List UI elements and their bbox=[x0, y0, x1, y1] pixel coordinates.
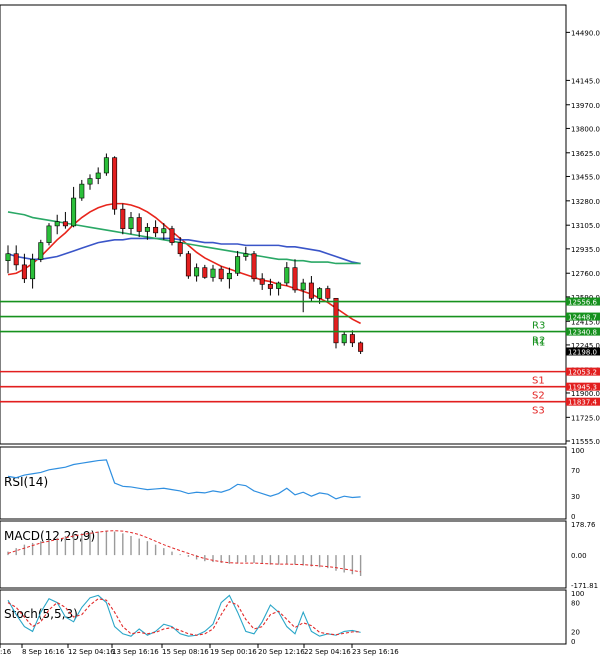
rsi-y-tick-label: 100 bbox=[571, 447, 584, 455]
x-tick-label: 12 Sep 04:16 bbox=[68, 648, 115, 656]
price-y-tick-label: 13625.0 bbox=[571, 150, 600, 158]
price-panel: 14490.0 14145.0 13970.0 13800.0 13625.0 13455… bbox=[0, 4, 600, 446]
level-value: 12053.2 bbox=[568, 369, 597, 377]
candle bbox=[333, 297, 339, 349]
x-tick-label: 13 Sep 16:16 bbox=[112, 648, 159, 656]
price-y-tick-label: 12760.0 bbox=[571, 270, 600, 278]
price-y-tick-label: 13105.0 bbox=[571, 222, 600, 230]
candle bbox=[251, 250, 257, 282]
x-tick-label: :16 bbox=[0, 648, 12, 656]
level-label-r1: R1 bbox=[532, 338, 545, 349]
rsi-y-tick-label: 0 bbox=[571, 513, 575, 521]
price-y-tick-label: 13455.0 bbox=[571, 173, 600, 181]
level-label: R3 bbox=[532, 321, 545, 332]
level-value: 12556.6 bbox=[568, 299, 597, 307]
price-y-tick-label: 13800.0 bbox=[571, 125, 600, 133]
level-value: 11837.4 bbox=[568, 399, 597, 407]
price-y-tick-label: 13970.0 bbox=[571, 102, 600, 110]
x-tick-label: 23 Sep 16:16 bbox=[352, 648, 399, 656]
price-y-tick-label: 11555.0 bbox=[571, 438, 600, 446]
x-tick-label: 15 Sep 08:16 bbox=[162, 648, 209, 656]
level-value: 12448.7 bbox=[568, 314, 597, 322]
level-label: S2 bbox=[532, 391, 545, 402]
candle bbox=[38, 239, 44, 263]
x-tick-label: 19 Sep 00:16 bbox=[210, 648, 257, 656]
level-label: S3 bbox=[532, 406, 545, 417]
x-tick-label: 8 Sep 16:16 bbox=[22, 648, 65, 656]
stoch-y-tick-label: 20 bbox=[571, 628, 580, 636]
rsi-y-tick-label: 30 bbox=[571, 493, 580, 501]
chart-root: 14490.0 14145.0 13970.0 13800.0 13625.0 13455… bbox=[0, 0, 600, 659]
stoch-panel: Stoch(5,5,3) 10080200 bbox=[0, 589, 584, 646]
price-y-tick-label: 12935.0 bbox=[571, 246, 600, 254]
macd-panel: MACD(12,26,9) 178.760.00-171.81 bbox=[0, 520, 598, 590]
stoch-y-tick-label: 100 bbox=[571, 590, 584, 598]
current-price-label: 12198.0 bbox=[568, 348, 597, 356]
rsi-y-tick-label: 70 bbox=[571, 467, 580, 475]
level-value: 12340.8 bbox=[568, 329, 597, 337]
candle bbox=[46, 223, 52, 246]
candle bbox=[112, 156, 118, 215]
macd-y-tick-label: 178.76 bbox=[571, 521, 596, 529]
stoch-y-tick-label: 0 bbox=[571, 638, 575, 646]
x-tick-label: 22 Sep 04:16 bbox=[304, 648, 351, 656]
price-y-tick-label: 14145.0 bbox=[571, 77, 600, 85]
x-tick-label: 20 Sep 12:16 bbox=[258, 648, 305, 656]
candle bbox=[169, 225, 175, 246]
price-y-tick-label: 14490.0 bbox=[571, 29, 600, 37]
rsi-panel: RSI(14) 10070300 bbox=[0, 446, 584, 521]
candle bbox=[185, 250, 191, 279]
price-y-tick-label: 13280.0 bbox=[571, 198, 600, 206]
level-label: S1 bbox=[532, 376, 545, 387]
level-value: 11945.3 bbox=[568, 384, 597, 392]
price-y-tick-label: 11725.0 bbox=[571, 414, 600, 422]
macd-y-tick-label: -171.81 bbox=[571, 582, 598, 590]
macd-y-tick-label: 0.00 bbox=[571, 552, 587, 560]
stoch-y-tick-label: 80 bbox=[571, 600, 580, 608]
